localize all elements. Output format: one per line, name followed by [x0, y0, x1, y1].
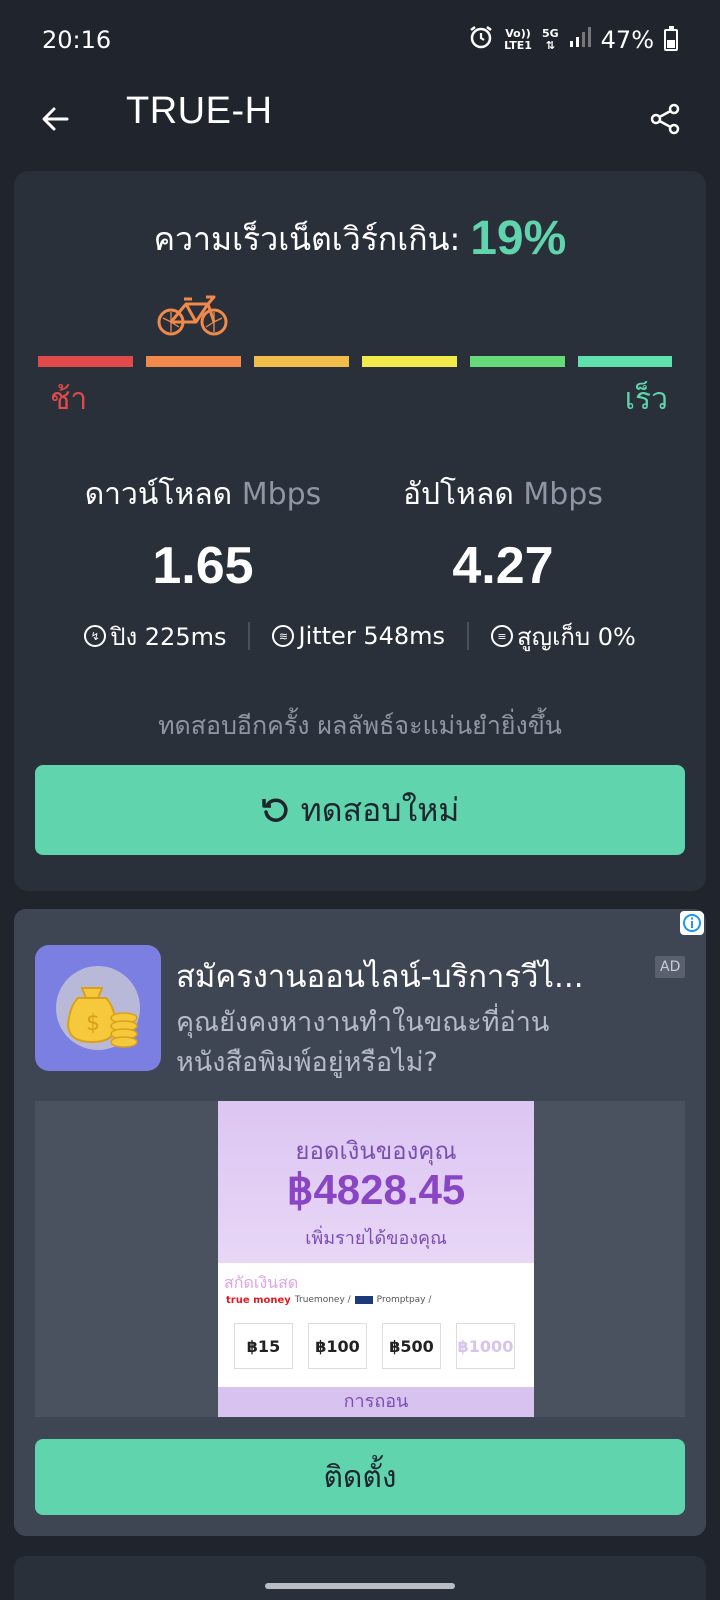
- status-time: 20:16: [42, 26, 112, 54]
- retest-label: ทดสอบใหม่: [300, 790, 460, 829]
- ad-title[interactable]: สมัครงานออนไลน์-บริการวีไ...: [176, 951, 626, 1001]
- amount-option: ฿500: [382, 1323, 441, 1369]
- upload-unit: Mbps: [523, 477, 603, 512]
- ad-card[interactable]: $ สมัครงานออนไลน์-บริการวีไ... AD คุณยัง…: [14, 909, 706, 1536]
- app-bar: TRUE-H: [0, 80, 720, 160]
- ad-badge: AD: [655, 956, 686, 978]
- creative-options: ฿15 ฿100 ฿500 ฿1000: [234, 1323, 515, 1369]
- svg-text:$: $: [86, 1011, 100, 1036]
- ping-icon: ↯: [84, 625, 107, 647]
- ad-creative-image[interactable]: ยอดเงินของคุณ ฿4828.45 เพิ่มรายได้ของคุณ…: [218, 1101, 534, 1417]
- speed-result-card: ความเร็วเน็ตเวิร์กเกิน: 19% ช้า เร็ว ดาวน…: [14, 171, 706, 891]
- speed-percent: 19%: [470, 212, 567, 265]
- lte-text: LTE1: [504, 39, 532, 52]
- ping-stat: ↯ ปิง 225ms: [62, 617, 248, 656]
- network-type: 5G ⇅: [541, 27, 559, 52]
- promptpay-icon: [354, 1296, 373, 1304]
- creative-wallets: true money Truemoney / Promptpay /: [226, 1295, 431, 1305]
- alarm-icon: [468, 24, 494, 56]
- ad-info-icon[interactable]: [680, 911, 704, 935]
- truemoney-label: Truemoney /: [294, 1295, 351, 1305]
- meter-segment: [578, 356, 672, 367]
- volte-indicator: Vo)) LTE1: [504, 28, 532, 52]
- download-value: 1.65: [152, 537, 254, 595]
- bicycle-icon: [156, 291, 230, 341]
- slow-label: ช้า: [50, 382, 88, 417]
- meter-segment: [254, 356, 349, 367]
- creative-panel: สกัดเงินสด true money Truemoney / Prompt…: [218, 1263, 534, 1387]
- promptpay-label: Promptpay /: [376, 1295, 432, 1305]
- download-label: ดาวน์โหลด Mbps: [30, 471, 376, 518]
- creative-subtitle: เพิ่มรายได้ของคุณ: [305, 1228, 447, 1249]
- meter-segment: [146, 356, 241, 367]
- download-label-text: ดาวน์โหลด: [84, 477, 233, 512]
- share-button[interactable]: [640, 94, 690, 144]
- retest-button[interactable]: ทดสอบใหม่: [35, 765, 685, 855]
- download-unit: Mbps: [241, 477, 322, 512]
- ad-app-icon[interactable]: $: [35, 945, 161, 1071]
- jitter-stat: ≋ Jitter 548ms: [250, 622, 467, 650]
- meter-segment: [470, 356, 565, 367]
- back-button[interactable]: [30, 94, 80, 144]
- retest-hint: ทดสอบอีกครั้ง ผลลัพธ์จะแม่นยำยิ่งขึ้น: [158, 711, 562, 740]
- meter-segment: [362, 356, 457, 367]
- creative-panel-title: สกัดเงินสด: [224, 1273, 299, 1292]
- arrow-left-icon: [42, 107, 69, 131]
- packet-loss-icon: ≡: [491, 625, 514, 647]
- network-text: 5G: [541, 27, 559, 40]
- truemoney-logo: true money: [226, 1294, 291, 1306]
- amount-option: ฿100: [308, 1323, 367, 1369]
- amount-option: ฿15: [234, 1323, 293, 1369]
- refresh-icon: [261, 795, 291, 825]
- share-icon: [650, 103, 680, 135]
- next-card: [14, 1556, 706, 1600]
- loss-value: สูญเก็บ 0%: [517, 622, 636, 651]
- status-icons: Vo)) LTE1 5G ⇅ 47%: [468, 24, 678, 56]
- creative-footer: การถอน: [218, 1387, 534, 1417]
- loss-stat: ≡ สูญเก็บ 0%: [469, 617, 658, 656]
- upload-value: 4.27: [452, 537, 554, 595]
- stats-row: ↯ ปิง 225ms ≋ Jitter 548ms ≡ สูญเก็บ 0%: [14, 616, 706, 656]
- upload-metric: อัปโหลด Mbps 4.27: [330, 471, 676, 596]
- amount-option: ฿1000: [456, 1323, 515, 1369]
- upload-label-text: อัปโหลด: [403, 477, 514, 512]
- ping-value: ปิง 225ms: [110, 622, 227, 651]
- speed-headline: ความเร็วเน็ตเวิร์กเกิน: 19%: [14, 211, 706, 266]
- speed-meter: [38, 356, 682, 370]
- battery-percent: 47%: [600, 26, 654, 54]
- status-bar: 20:16 Vo)) LTE1 5G ⇅ 47%: [0, 0, 720, 80]
- headline-text: ความเร็วเน็ตเวิร์กเกิน:: [153, 220, 461, 258]
- jitter-icon: ≋: [272, 625, 295, 647]
- creative-amount: ฿4828.45: [286, 1166, 466, 1213]
- jitter-value: Jitter 548ms: [298, 622, 446, 650]
- upload-label: อัปโหลด Mbps: [330, 471, 676, 518]
- ad-description: คุณยังคงหางานทำในขณะที่อ่านหนังสือพิมพ์อ…: [176, 1007, 550, 1078]
- app-title: TRUE-H: [126, 90, 273, 132]
- download-metric: ดาวน์โหลด Mbps 1.65: [30, 471, 376, 596]
- fast-label: เร็ว: [624, 382, 668, 417]
- install-button[interactable]: ติดตั้ง: [35, 1439, 685, 1515]
- ad-media[interactable]: ยอดเงินของคุณ ฿4828.45 เพิ่มรายได้ของคุณ…: [35, 1101, 685, 1417]
- home-indicator[interactable]: [265, 1583, 455, 1589]
- signal-icon: [569, 26, 591, 54]
- install-label: ติดตั้ง: [323, 1459, 397, 1495]
- battery-icon: [664, 26, 678, 51]
- meter-segment: [38, 356, 133, 367]
